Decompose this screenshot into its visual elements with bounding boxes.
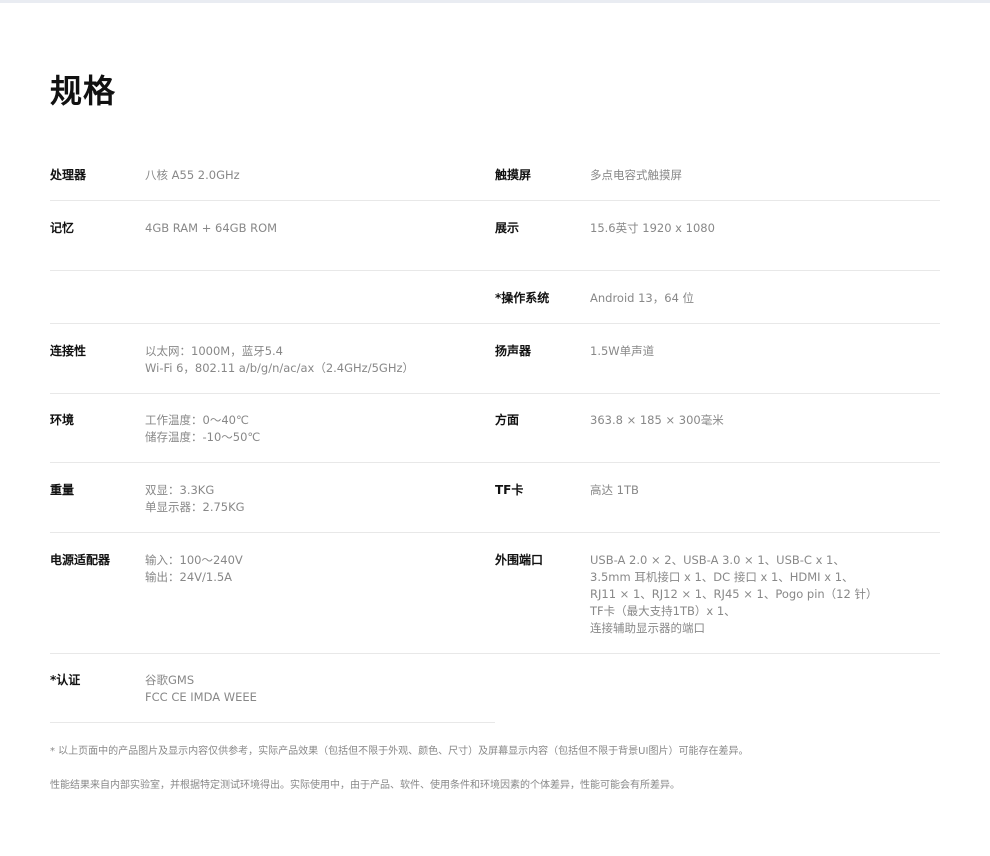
spec-label: 触摸屏 [495,168,532,182]
page-title: 规格 [50,72,117,110]
spec-label: 方面 [495,413,520,427]
disclaimer-note: * 以上页面中的产品图片及显示内容仅供参考，实际产品效果（包括但不限于外观、颜色… [50,746,749,757]
spec-value: 双显：3.3KG 单显示器：2.75KG [145,483,245,514]
spec-value: Android 13，64 位 [590,291,695,305]
spec-value: 多点电容式触摸屏 [590,168,682,182]
spec-empty [50,290,495,324]
spec-display: 展示 15.6英寸 1920 x 1080 [495,220,940,271]
spec-value: 15.6英寸 1920 x 1080 [590,221,715,235]
spec-value: 以太网：1000M，蓝牙5.4 Wi-Fi 6，802.11 a/b/g/n/ac… [145,344,415,375]
spec-dimensions: 方面 363.8 × 185 × 300毫米 [495,412,940,463]
spec-value: 八核 A55 2.0GHz [145,168,240,182]
spec-label: 外围端口 [495,553,544,567]
spec-label: 展示 [495,221,520,235]
spec-power: 电源适配器 输入：100～240V 输出：24V/1.5A [50,552,495,654]
spec-value: USB-A 2.0 × 2、USB-A 3.0 × 1、USB-C x 1、 3… [590,553,878,635]
spec-value: 4GB RAM + 64GB ROM [145,221,278,235]
spec-label: 环境 [50,413,75,427]
spec-memory: 记忆 4GB RAM + 64GB ROM [50,220,495,271]
spec-label: *认证 [50,673,81,687]
spec-weight: 重量 双显：3.3KG 单显示器：2.75KG [50,482,495,533]
top-divider [0,0,990,3]
spec-label: 重量 [50,483,75,497]
spec-processor: 处理器 八核 A55 2.0GHz [50,167,495,201]
spec-os: *操作系统 Android 13，64 位 [495,290,940,324]
spec-label: 电源适配器 [50,553,111,567]
spec-certification: *认证 谷歌GMS FCC CE IMDA WEEE [50,672,495,723]
spec-environment: 环境 工作温度：0～40℃ 储存温度：-10～50℃ [50,412,495,463]
performance-note: 性能结果来自内部实验室，并根据特定测试环境得出。实际使用中，由于产品、软件、使用… [50,780,680,791]
spec-label: 记忆 [50,221,75,235]
spec-touchscreen: 触摸屏 多点电容式触摸屏 [495,167,940,201]
spec-label: 连接性 [50,344,87,358]
spec-value: 谷歌GMS FCC CE IMDA WEEE [145,673,257,704]
spec-speaker: 扬声器 1.5W单声道 [495,343,940,394]
spec-tfcard: TF卡 高达 1TB [495,482,940,533]
spec-value: 输入：100～240V 输出：24V/1.5A [145,553,243,584]
spec-value: 工作温度：0～40℃ 储存温度：-10～50℃ [145,413,261,444]
spec-ports: 外围端口 USB-A 2.0 × 2、USB-A 3.0 × 1、USB-C x… [495,552,940,654]
spec-label: *操作系统 [495,291,550,305]
spec-label: 处理器 [50,168,87,182]
spec-label: 扬声器 [495,344,532,358]
spec-label: TF卡 [495,483,524,497]
spec-value: 1.5W单声道 [590,344,655,358]
spec-value: 363.8 × 185 × 300毫米 [590,413,724,427]
spec-value: 高达 1TB [590,483,639,497]
spec-connectivity: 连接性 以太网：1000M，蓝牙5.4 Wi-Fi 6，802.11 a/b/g/… [50,343,495,394]
